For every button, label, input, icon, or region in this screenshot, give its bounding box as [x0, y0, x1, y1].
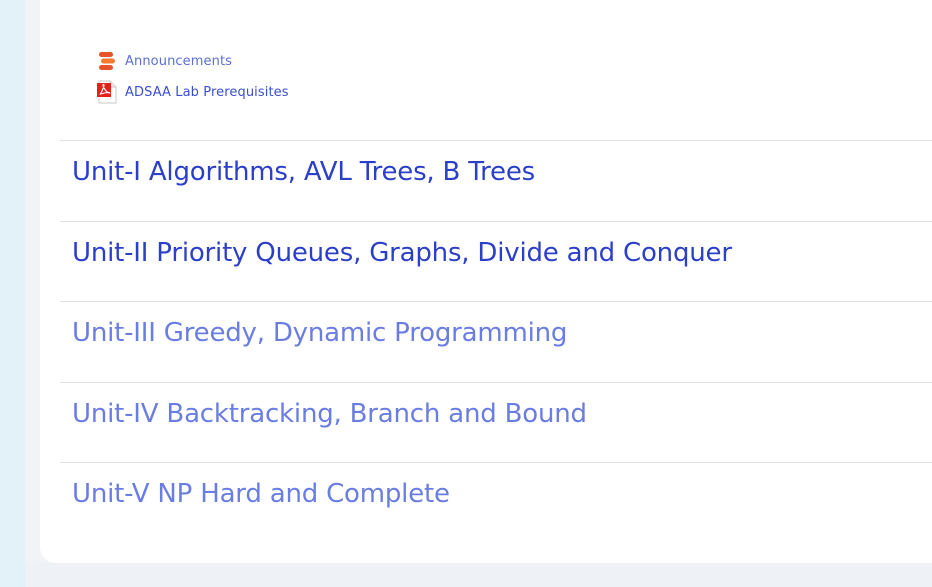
activity-label[interactable]: ADSAA Lab Prerequisites: [125, 85, 289, 100]
left-sidebar-edge: [0, 0, 25, 587]
page-background: [25, 563, 932, 587]
section-title-link[interactable]: Unit-I Algorithms, AVL Trees, B Trees: [72, 157, 535, 187]
section-unit-1: Unit-I Algorithms, AVL Trees, B Trees: [60, 140, 932, 220]
section-title-link[interactable]: Unit-III Greedy, Dynamic Programming: [72, 318, 567, 348]
section-title-link[interactable]: Unit-II Priority Queues, Graphs, Divide …: [72, 238, 732, 268]
section-unit-3: Unit-III Greedy, Dynamic Programming: [60, 301, 932, 381]
section-unit-5: Unit-V NP Hard and Complete: [60, 462, 932, 542]
section-title-link[interactable]: Unit-IV Backtracking, Branch and Bound: [72, 399, 587, 429]
pdf-icon: [96, 80, 118, 104]
section-unit-4: Unit-IV Backtracking, Branch and Bound: [60, 382, 932, 462]
activity-announcements[interactable]: Announcements: [96, 50, 232, 72]
section-unit-2: Unit-II Priority Queues, Graphs, Divide …: [60, 221, 932, 301]
forum-icon: [96, 50, 118, 72]
section-title-link[interactable]: Unit-V NP Hard and Complete: [72, 479, 450, 509]
activity-adsaa-lab-prerequisites[interactable]: ADSAA Lab Prerequisites: [96, 80, 289, 104]
activity-label[interactable]: Announcements: [125, 54, 232, 69]
course-content-card: Announcements ADSAA Lab Prerequisites Un…: [40, 0, 932, 563]
